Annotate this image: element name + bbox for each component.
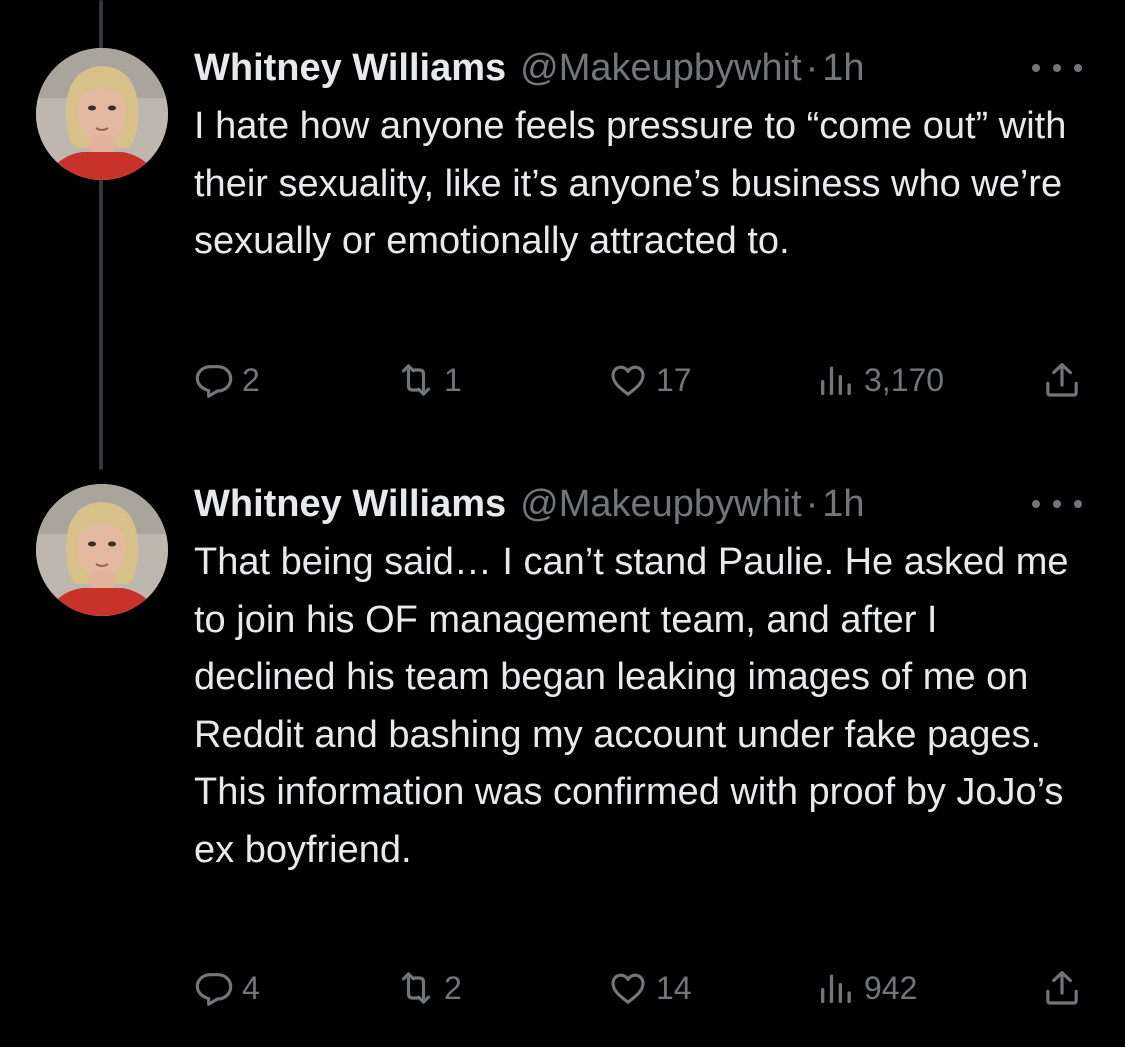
tweet[interactable]: Whitney Williams @Makeupbywhit · 1h I ha… [0,0,1125,470]
views-icon [821,366,851,395]
heart-icon [611,365,645,396]
avatar-image [36,484,168,616]
views-count: 3,170 [864,361,945,398]
tweet-text: That being said… I can’t stand Paulie. H… [194,541,1069,871]
share-button[interactable] [1042,963,1082,1013]
heart-icon [611,973,645,1004]
retweet-button[interactable]: 1 [396,355,462,405]
reply-count: 4 [242,969,260,1006]
like-button[interactable]: 17 [608,355,692,405]
reply-count: 2 [242,361,260,398]
tweet-body: Whitney Williams @Makeupbywhit · 1h That… [194,474,1084,880]
reply-button[interactable]: 4 [194,963,260,1013]
separator-dot: · [805,47,819,89]
avatar-image [36,48,168,180]
reply-button[interactable]: 2 [194,355,260,405]
author-handle[interactable]: @Makeupbywhit [520,474,801,534]
tweet-text: I hate how anyone feels pressure to “com… [194,105,1067,263]
tweet-actions: 4 2 14 942 [194,963,1086,1013]
views-button[interactable]: 942 [816,963,917,1013]
avatar[interactable] [36,484,168,616]
retweet-icon [401,364,431,396]
author-name[interactable]: Whitney Williams [194,474,506,534]
tweet-header: Whitney Williams @Makeupbywhit · 1h [194,38,1084,98]
views-count: 942 [864,969,918,1006]
retweet-icon [401,972,431,1004]
tweet-actions: 2 1 17 3,170 [194,355,1086,405]
retweet-button[interactable]: 2 [396,963,462,1013]
author-handle[interactable]: @Makeupbywhit [520,38,801,98]
retweet-count: 2 [444,969,462,1006]
author-name[interactable]: Whitney Williams [194,38,506,98]
share-icon [1046,971,1078,1005]
like-count: 17 [656,361,692,398]
timestamp[interactable]: 1h [822,38,864,98]
avatar[interactable] [36,48,168,180]
like-button[interactable]: 14 [608,963,692,1013]
tweet[interactable]: Whitney Williams @Makeupbywhit · 1h That… [0,470,1125,1047]
tweet-header: Whitney Williams @Makeupbywhit · 1h [194,474,1084,534]
views-button[interactable]: 3,170 [816,355,944,405]
more-icon[interactable] [1032,474,1082,534]
retweet-count: 1 [444,361,462,398]
reply-icon [195,973,233,1006]
reply-icon [195,365,233,398]
tweet-body: Whitney Williams @Makeupbywhit · 1h I ha… [194,38,1084,271]
separator-dot: · [805,483,819,525]
like-count: 14 [656,969,692,1006]
more-icon[interactable] [1032,38,1082,98]
share-icon [1046,363,1078,397]
timestamp[interactable]: 1h [822,474,864,534]
views-icon [821,974,851,1003]
share-button[interactable] [1042,355,1082,405]
